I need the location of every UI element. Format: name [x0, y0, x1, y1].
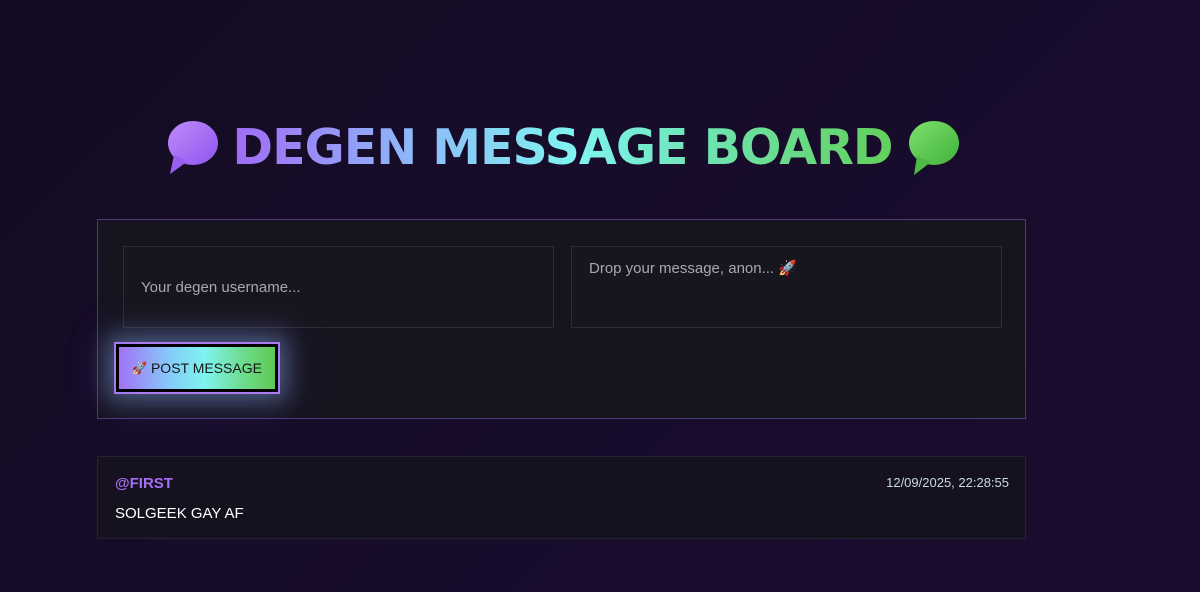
message-list-item: @FIRST 12/09/2025, 22:28:55 SOLGEEK GAY …: [97, 456, 1026, 539]
message-timestamp: 12/09/2025, 22:28:55: [886, 475, 1009, 490]
green-speech-bubble-icon: [908, 121, 959, 175]
message-username: @FIRST: [115, 475, 173, 492]
post-form: 🚀 POST MESSAGE: [97, 219, 1026, 419]
post-message-button[interactable]: 🚀 POST MESSAGE: [114, 342, 280, 394]
purple-speech-bubble-icon: [168, 121, 219, 174]
message-input[interactable]: [571, 246, 1002, 328]
page-title: DEGEN MESSAGE BOARD: [232, 108, 893, 188]
rocket-icon: 🚀: [132, 361, 147, 375]
message-text: SOLGEEK GAY AF: [115, 505, 244, 522]
post-button-label: POST MESSAGE: [150, 360, 262, 376]
username-input[interactable]: [123, 246, 554, 328]
page-header: DEGEN MESSAGE BOARD: [0, 108, 1125, 188]
